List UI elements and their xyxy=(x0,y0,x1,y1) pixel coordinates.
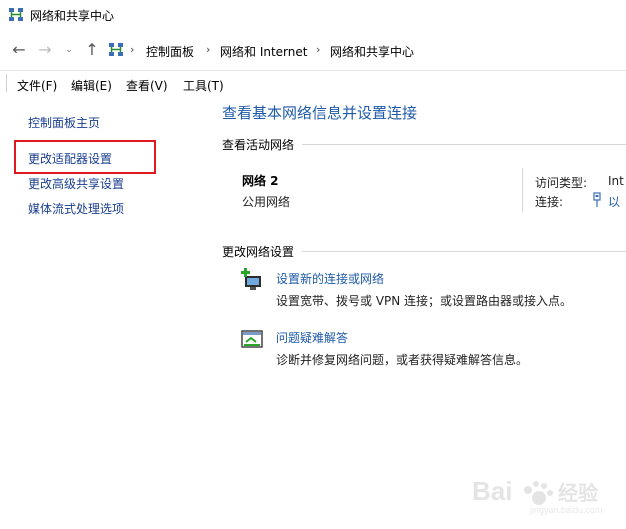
chevron-right-icon[interactable]: › xyxy=(206,43,210,56)
section-divider xyxy=(302,144,626,145)
network-name: 网络 2 xyxy=(242,174,279,188)
troubleshoot-desc: 诊断并修复网络问题，或者获得疑难解答信息。 xyxy=(276,353,529,367)
section-divider xyxy=(302,251,626,252)
access-type-label: 访问类型: xyxy=(535,176,588,190)
vertical-divider xyxy=(522,168,523,212)
menu-separator xyxy=(6,74,7,92)
setup-new-connection-desc: 设置宽带、拨号或 VPN 连接；或设置路由器或接入点。 xyxy=(276,294,573,308)
baidu-watermark-logo: Bai 经验 jingyan.baidu.com xyxy=(470,466,620,516)
new-connection-icon xyxy=(241,268,261,290)
menu-tools[interactable]: 工具(T) xyxy=(183,77,224,94)
connection-link[interactable]: 以 xyxy=(608,193,620,210)
sidebar-item-media-streaming[interactable]: 媒体流式处理选项 xyxy=(28,200,124,217)
page-title: 查看基本网络信息并设置连接 xyxy=(222,104,418,122)
sidebar-item-advanced-sharing[interactable]: 更改高级共享设置 xyxy=(28,175,124,192)
svg-text:Bai: Bai xyxy=(472,476,512,506)
recent-dropdown-icon[interactable]: ⌄ xyxy=(60,41,78,59)
active-networks-label: 查看活动网络 xyxy=(222,138,295,152)
chevron-right-icon[interactable]: › xyxy=(130,43,134,56)
highlight-box xyxy=(14,140,156,174)
sidebar-item-control-panel-home[interactable]: 控制面板主页 xyxy=(28,114,100,131)
breadcrumb-network-internet[interactable]: 网络和 Internet xyxy=(220,43,307,60)
troubleshoot-icon xyxy=(241,330,263,348)
breadcrumb-control-panel[interactable]: 控制面板 xyxy=(146,43,194,60)
control-panel-icon xyxy=(109,43,123,56)
up-arrow-icon[interactable]: ↑ xyxy=(83,41,101,59)
setup-new-connection-link[interactable]: 设置新的连接或网络 xyxy=(276,270,384,287)
breadcrumb-network-sharing-center[interactable]: 网络和共享中心 xyxy=(330,43,414,60)
network-center-icon xyxy=(9,8,23,21)
network-type[interactable]: 公用网络 xyxy=(242,193,290,210)
menu-edit[interactable]: 编辑(E) xyxy=(71,77,112,94)
back-arrow-icon[interactable]: ← xyxy=(10,41,28,59)
troubleshoot-link[interactable]: 问题疑难解答 xyxy=(276,329,348,346)
chevron-right-icon[interactable]: › xyxy=(316,43,320,56)
change-settings-label: 更改网络设置 xyxy=(222,245,295,259)
ethernet-icon xyxy=(593,192,601,207)
access-type-value: Int xyxy=(608,174,624,188)
forward-arrow-icon[interactable]: → xyxy=(36,41,54,59)
menu-view[interactable]: 查看(V) xyxy=(126,77,168,94)
menu-file[interactable]: 文件(F) xyxy=(17,77,57,94)
connection-label: 连接: xyxy=(535,195,564,209)
window-title: 网络和共享中心 xyxy=(30,9,115,23)
svg-text:经验: 经验 xyxy=(558,481,598,505)
svg-text:jingyan.baidu.com: jingyan.baidu.com xyxy=(529,505,603,515)
